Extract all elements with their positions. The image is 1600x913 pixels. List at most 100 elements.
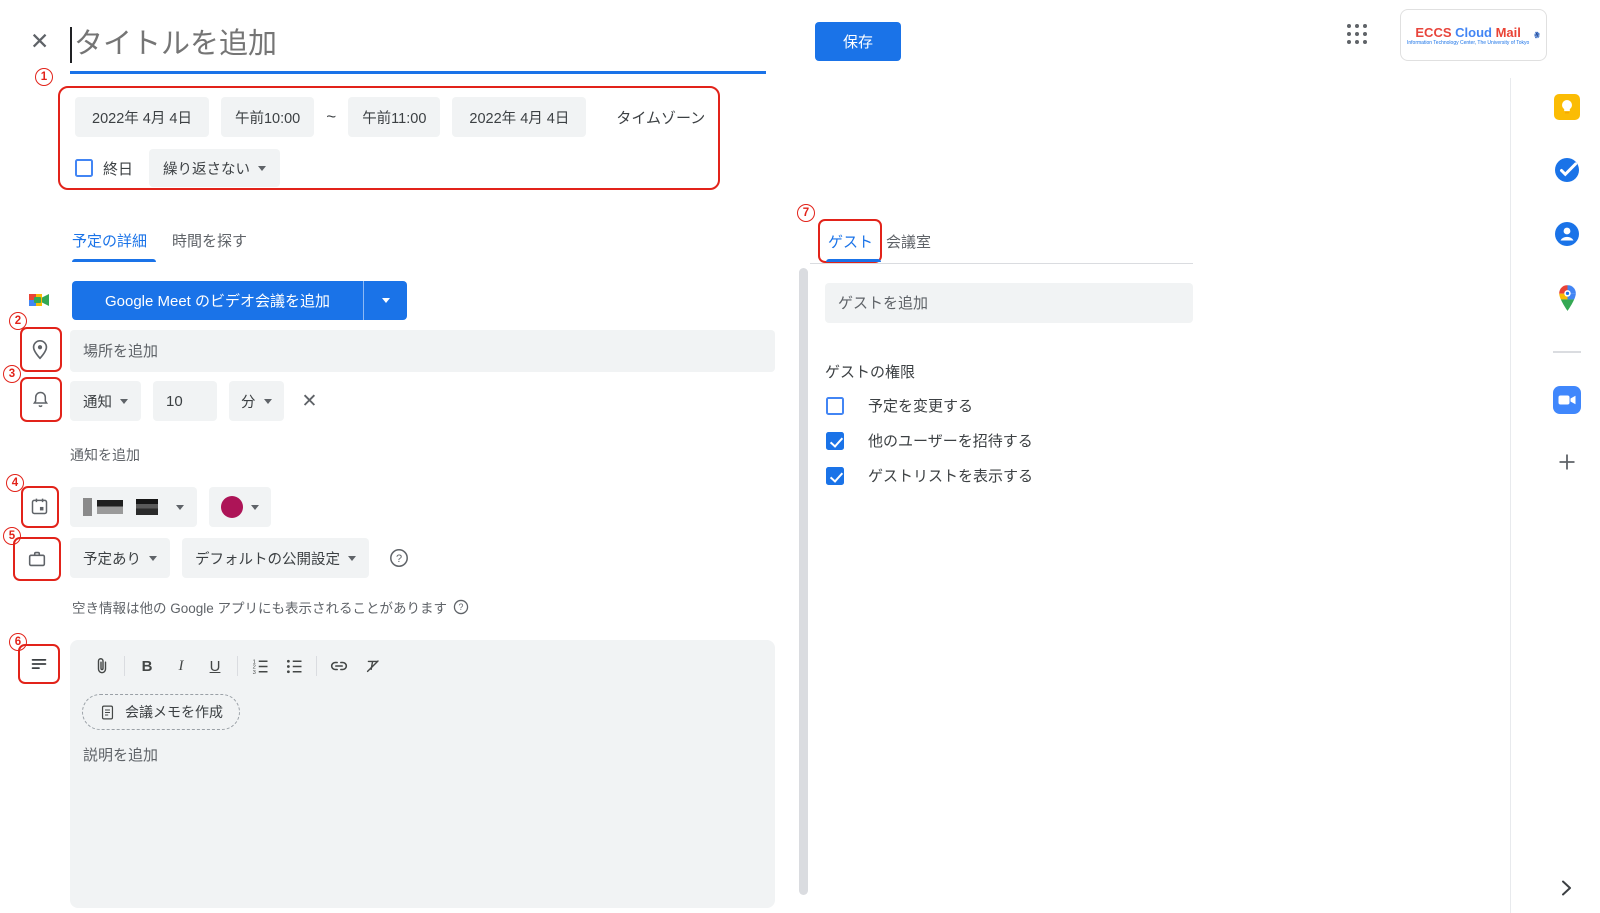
event-color-dropdown[interactable] (209, 487, 271, 527)
italic-button[interactable]: I (169, 654, 193, 678)
sidebar-section-divider (1553, 351, 1581, 353)
permission-label: 他のユーザーを招待する (868, 430, 1033, 451)
dropdown-arrow-icon (120, 399, 128, 404)
calendar-select-dropdown[interactable] (70, 487, 197, 527)
apps-grid-icon[interactable] (1347, 24, 1367, 44)
svg-text:?: ? (459, 602, 464, 612)
panel-scrollbar[interactable] (799, 268, 808, 895)
dropdown-arrow-icon (348, 556, 356, 561)
permission-label: ゲストリストを表示する (868, 465, 1033, 486)
logo-subtitle: Information Technology Center, The Unive… (1407, 40, 1529, 46)
description-area[interactable]: B I U 1 2 3 (70, 640, 775, 908)
event-editor-window: ✕ 保存 ECCS Cloud Mail Information Technol… (0, 0, 1600, 913)
maps-icon[interactable] (1556, 284, 1579, 312)
permission-label: 予定を変更する (868, 395, 973, 416)
all-day-checkbox[interactable] (75, 159, 93, 177)
notification-unit-dropdown[interactable]: 分 (229, 381, 284, 421)
availability-note: 空き情報は他の Google アプリにも表示されることがあります (72, 597, 447, 617)
meet-icon (28, 289, 50, 311)
permission-row: ゲストリストを表示する (826, 465, 1033, 486)
location-input[interactable] (70, 330, 775, 372)
all-day-label: 終日 (103, 158, 133, 179)
toolbar-divider (316, 656, 317, 676)
add-guests-input[interactable] (825, 283, 1193, 323)
clear-format-icon[interactable] (361, 654, 385, 678)
permission-row: 他のユーザーを招待する (826, 430, 1033, 451)
event-color-swatch (221, 496, 243, 518)
invite-others-checkbox[interactable] (826, 432, 844, 450)
add-meet-button[interactable]: Google Meet のビデオ会議を追加 (72, 281, 363, 320)
dropdown-arrow-icon (382, 298, 390, 303)
create-meeting-notes-button[interactable]: 会議メモを作成 (82, 694, 240, 730)
dropdown-arrow-icon (176, 505, 184, 510)
link-icon[interactable] (327, 654, 351, 678)
keep-icon[interactable] (1554, 94, 1580, 120)
dropdown-arrow-icon (264, 399, 272, 404)
svg-text:?: ? (396, 553, 402, 565)
tabs-divider (810, 263, 1193, 264)
svg-text:3: 3 (252, 669, 255, 675)
remove-notification-icon[interactable]: ✕ (302, 392, 318, 411)
help-icon[interactable]: ? (453, 599, 469, 615)
toolbar-divider (237, 656, 238, 676)
logo-word-eccs: ECCS (1415, 25, 1451, 40)
notification-minutes-input[interactable] (153, 381, 217, 421)
tab-guests-underline (826, 259, 881, 262)
bell-icon (30, 388, 51, 411)
start-date-button[interactable]: 2022年 4月 4日 (75, 97, 209, 137)
dropdown-arrow-icon (258, 166, 266, 171)
permission-row: 予定を変更する (826, 395, 973, 416)
bold-button[interactable]: B (135, 654, 159, 678)
briefcase-icon (26, 548, 48, 570)
visibility-dropdown[interactable]: デフォルトの公開設定 (182, 538, 369, 578)
tab-find-time[interactable]: 時間を探す (172, 230, 247, 251)
underline-button[interactable]: U (203, 654, 227, 678)
start-time-button[interactable]: 午前10:00 (221, 97, 314, 137)
annotation-7: 7 (797, 204, 815, 222)
meeting-notes-label: 会議メモを作成 (125, 702, 223, 722)
add-notification-link[interactable]: 通知を追加 (70, 445, 140, 465)
title-input[interactable] (74, 22, 674, 66)
dropdown-arrow-icon (149, 556, 157, 561)
time-range-separator: ~ (326, 107, 336, 127)
unordered-list-icon[interactable] (282, 654, 306, 678)
sidebar-divider (1510, 78, 1511, 913)
modify-event-checkbox[interactable] (826, 397, 844, 415)
visibility-value: デフォルトの公開設定 (195, 548, 340, 569)
zoom-icon[interactable] (1553, 386, 1581, 414)
pixelated-avatar (1534, 14, 1540, 56)
calendar-icon (29, 496, 50, 517)
eccs-cloud-mail-logo[interactable]: ECCS Cloud Mail Information Technology C… (1400, 9, 1547, 61)
contacts-icon[interactable] (1554, 221, 1580, 247)
annotation-2: 2 (9, 312, 27, 330)
dropdown-arrow-icon (251, 505, 259, 510)
add-icon[interactable] (1557, 452, 1577, 472)
save-button[interactable]: 保存 (815, 22, 901, 61)
guest-permissions-title: ゲストの権限 (825, 361, 915, 382)
see-guest-list-checkbox[interactable] (826, 467, 844, 485)
tab-rooms[interactable]: 会議室 (886, 231, 931, 252)
end-date-button[interactable]: 2022年 4月 4日 (452, 97, 586, 137)
notes-icon (28, 653, 50, 675)
end-time-button[interactable]: 午前11:00 (348, 97, 440, 137)
chevron-right-icon[interactable] (1558, 878, 1574, 898)
close-icon[interactable]: ✕ (30, 30, 49, 53)
annotation-3: 3 (3, 365, 21, 383)
meet-options-dropdown[interactable] (363, 281, 407, 320)
tab-guests[interactable]: ゲスト (828, 231, 873, 252)
tab-event-details[interactable]: 予定の詳細 (72, 230, 147, 251)
logo-word-mail: Mail (1496, 25, 1521, 40)
notification-unit-value: 分 (241, 391, 256, 412)
attachment-icon[interactable] (90, 654, 114, 678)
help-icon[interactable]: ? (389, 548, 409, 568)
busy-status-dropdown[interactable]: 予定あり (70, 538, 170, 578)
annotation-6: 6 (9, 633, 27, 651)
location-pin-icon (29, 339, 51, 361)
timezone-button[interactable]: タイムゾーン (616, 107, 705, 128)
notification-type-dropdown[interactable]: 通知 (70, 381, 141, 421)
tasks-icon[interactable] (1554, 157, 1580, 183)
annotation-1: 1 (35, 68, 53, 86)
recurrence-dropdown[interactable]: 繰り返さない (149, 149, 280, 187)
busy-status-value: 予定あり (83, 548, 141, 569)
ordered-list-icon[interactable]: 1 2 3 (248, 654, 272, 678)
